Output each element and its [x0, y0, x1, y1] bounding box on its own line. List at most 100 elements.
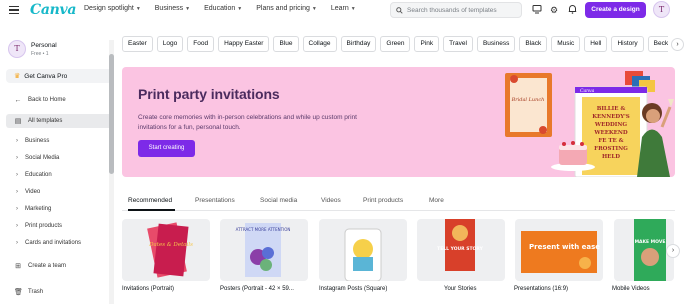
- bell-icon[interactable]: [566, 4, 578, 16]
- svg-text:MAKE MOVE: MAKE MOVE: [635, 239, 666, 245]
- trash-icon: 🗑: [14, 289, 23, 296]
- chip[interactable]: Blue: [273, 36, 299, 52]
- template-tabs: Recommended Presentations Social media V…: [122, 195, 675, 211]
- team-avatar: T: [8, 40, 26, 58]
- nav-learn[interactable]: Learn ▼: [331, 5, 356, 12]
- tab-presentations[interactable]: Presentations: [195, 197, 235, 204]
- svg-text:WEEKEND: WEEKEND: [593, 130, 628, 136]
- sidebar: T Personal Free • 1 ⌄ ♛ Get Canva Pro ← …: [0, 30, 116, 304]
- template-cards: Dates & Details Invitations (Portrait) A…: [122, 219, 682, 304]
- svg-text:TELL YOUR STORY: TELL YOUR STORY: [437, 246, 483, 252]
- hero-banner: Print party invitations Create core memo…: [122, 67, 675, 177]
- tab-recommended[interactable]: Recommended: [128, 197, 172, 204]
- tab-social-media[interactable]: Social media: [260, 197, 297, 204]
- svg-text:Bridal Lunch: Bridal Lunch: [511, 97, 545, 103]
- chevron-right-icon: ›: [16, 172, 18, 178]
- template-card-presentations[interactable]: Present with ease: [515, 219, 603, 281]
- chip[interactable]: Birthday: [340, 36, 377, 52]
- create-design-button[interactable]: Create a design: [585, 2, 646, 18]
- chevron-right-icon: ›: [16, 155, 18, 161]
- chip[interactable]: Logo: [156, 36, 184, 52]
- sidebar-scrollbar[interactable]: [109, 40, 114, 304]
- sidebar-item-education[interactable]: › Education: [16, 172, 52, 178]
- top-bar: Canva Design spotlight ▼ Business ▼ Educat…: [0, 0, 690, 22]
- chevron-right-icon: ›: [16, 240, 18, 246]
- trash-link[interactable]: 🗑 Trash: [6, 285, 112, 299]
- chevron-down-icon: ▼: [185, 6, 191, 12]
- chip[interactable]: Travel: [443, 36, 473, 52]
- user-avatar[interactable]: T: [653, 1, 670, 18]
- chip[interactable]: Green: [380, 36, 411, 52]
- sidebar-item-cards-invitations[interactable]: › Cards and invitations: [16, 240, 81, 246]
- chevron-down-icon: ▼: [311, 6, 317, 12]
- back-to-home-link[interactable]: ← Back to Home: [6, 93, 112, 107]
- get-canva-pro-button[interactable]: ♛ Get Canva Pro: [6, 69, 112, 83]
- chip[interactable]: Beck: [647, 36, 668, 52]
- nav-education[interactable]: Education ▼: [204, 5, 242, 12]
- svg-text:FROSTING: FROSTING: [594, 146, 628, 152]
- chevron-down-icon: ▼: [237, 6, 243, 12]
- tab-videos[interactable]: Videos: [321, 197, 341, 204]
- sidebar-item-business[interactable]: › Business: [16, 138, 49, 144]
- chip[interactable]: History: [611, 36, 644, 52]
- search-input[interactable]: Search thousands of templates: [390, 2, 522, 18]
- template-card-label: Instagram Posts (Square): [319, 286, 388, 292]
- template-card-label: Mobile Videos: [612, 286, 650, 292]
- svg-text:Canva: Canva: [580, 88, 595, 94]
- create-team-link[interactable]: ⊞ Create a team: [6, 259, 112, 273]
- nav-plans-pricing[interactable]: Plans and pricing ▼: [256, 5, 317, 12]
- svg-text:WEDDING: WEDDING: [594, 122, 628, 128]
- svg-text:FE TE &: FE TE &: [598, 138, 623, 144]
- chevron-right-icon: ›: [16, 138, 18, 144]
- template-card-mobile-videos[interactable]: MAKE MOVE: [614, 219, 674, 281]
- sidebar-item-marketing[interactable]: › Marketing: [16, 206, 51, 212]
- chip[interactable]: Easter: [122, 36, 153, 52]
- team-switcher[interactable]: T Personal Free • 1 ⌄: [8, 40, 114, 58]
- sidebar-item-video[interactable]: › Video: [16, 189, 40, 195]
- sidebar-item-all-templates[interactable]: ▤ All templates: [6, 114, 112, 128]
- chip[interactable]: Collage: [302, 36, 337, 52]
- canva-logo[interactable]: Canva: [30, 2, 76, 18]
- chip[interactable]: Black: [519, 36, 548, 52]
- template-card-label: Posters (Portrait - 42 × 59...: [220, 286, 294, 292]
- sidebar-item-print-products[interactable]: › Print products: [16, 223, 62, 229]
- chip[interactable]: Pink: [414, 36, 440, 52]
- chip[interactable]: Food: [187, 36, 215, 52]
- template-card-stories[interactable]: TELL YOUR STORY: [417, 219, 505, 281]
- template-card-invitations[interactable]: Dates & Details: [122, 219, 210, 281]
- sidebar-item-social-media[interactable]: › Social Media: [16, 155, 59, 161]
- svg-text:BILLIE &: BILLIE &: [597, 106, 626, 112]
- hamburger-menu-icon[interactable]: [9, 6, 19, 14]
- team-name: Personal: [31, 41, 57, 49]
- search-icon: [396, 6, 403, 14]
- chip[interactable]: Hell: [584, 36, 608, 52]
- nav-business[interactable]: Business ▼: [155, 5, 190, 12]
- tab-print-products[interactable]: Print products: [363, 197, 403, 204]
- templates-icon: ▤: [14, 118, 22, 125]
- search-placeholder: Search thousands of templates: [407, 6, 497, 14]
- gear-icon[interactable]: ⚙: [548, 4, 560, 16]
- chevron-right-icon: ›: [16, 189, 18, 195]
- top-nav: Design spotlight ▼ Business ▼ Education ▼ P…: [84, 5, 356, 12]
- svg-text:Dates & Details: Dates & Details: [148, 242, 193, 248]
- crown-icon: ♛: [14, 73, 21, 80]
- chip[interactable]: Business: [476, 36, 516, 52]
- chips-next-button[interactable]: ›: [671, 38, 684, 51]
- tab-more[interactable]: More: [429, 197, 444, 204]
- chevron-down-icon: ▼: [135, 6, 141, 12]
- cards-next-button[interactable]: ›: [666, 244, 680, 258]
- template-card-instagram[interactable]: [319, 219, 407, 281]
- team-plan: Free • 1: [31, 50, 49, 57]
- chip[interactable]: Happy Easter: [218, 36, 270, 52]
- nav-design-spotlight[interactable]: Design spotlight ▼: [84, 5, 141, 12]
- svg-text:KENNEDY'S: KENNEDY'S: [592, 114, 630, 120]
- template-card-posters[interactable]: ATTRACT MORE ATTENTION: [220, 219, 308, 281]
- banner-illustration: Bridal Lunch Canva BILLIE & KENNEDY'S WE…: [505, 71, 674, 177]
- svg-text:Present with ease: Present with ease: [529, 243, 600, 251]
- desktop-icon[interactable]: [531, 4, 543, 16]
- team-icon: ⊞: [15, 263, 21, 270]
- svg-text:ATTRACT MORE ATTENTION: ATTRACT MORE ATTENTION: [236, 227, 291, 232]
- chevron-right-icon: ›: [16, 206, 18, 212]
- scrollbar-thumb[interactable]: [109, 54, 114, 174]
- chip[interactable]: Music: [551, 36, 581, 52]
